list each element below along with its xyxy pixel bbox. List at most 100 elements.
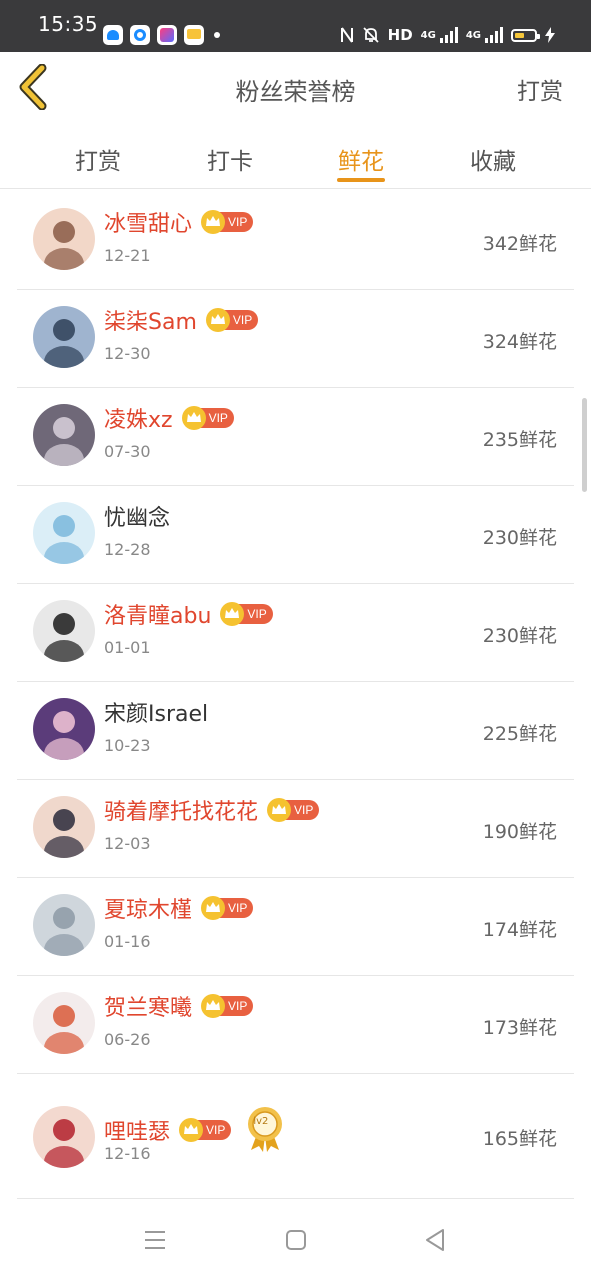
tab-flowers[interactable]: 鲜花: [321, 142, 401, 176]
fan-row[interactable]: 柒柒Sam VIP 12-30 324鲜花: [17, 290, 574, 388]
crown-icon: [201, 896, 226, 920]
crown-icon: [201, 994, 226, 1018]
tab-favorites[interactable]: 收藏: [453, 142, 533, 176]
fan-row[interactable]: 凌姝xz VIP 07-30 235鲜花: [17, 388, 574, 486]
crown-icon: [205, 308, 230, 332]
name-line: 冰雪甜心 VIP: [104, 206, 254, 238]
vip-label: VIP: [232, 313, 253, 327]
flower-count: 165鲜花: [482, 1128, 557, 1150]
fan-date: 12-03: [104, 834, 151, 853]
avatar[interactable]: [33, 208, 95, 270]
flower-count: 235鲜花: [482, 428, 557, 451]
home-nav-button[interactable]: [276, 1220, 316, 1260]
fan-row[interactable]: 骑着摩托找花花 VIP 12-03 190鲜花: [17, 780, 574, 878]
vip-badge: VIP: [201, 210, 254, 234]
fan-name[interactable]: 夏琼木槿: [104, 892, 192, 924]
avatar[interactable]: [33, 306, 95, 368]
tab-reward[interactable]: 打赏: [58, 142, 138, 176]
vip-label: VIP: [294, 803, 314, 817]
name-line: 宋颜Israel: [104, 696, 208, 728]
fan-date: 12-16: [104, 1144, 151, 1163]
fan-row[interactable]: 宋颜Israel 10-23 225鲜花: [17, 682, 574, 780]
charging-icon: [545, 27, 555, 43]
name-line: 夏琼木槿 VIP: [104, 892, 254, 924]
fan-row[interactable]: 忧幽念 12-28 230鲜花: [17, 486, 574, 584]
tab-checkin[interactable]: 打卡: [190, 142, 270, 176]
vip-badge: VIP: [201, 896, 254, 920]
signal-1-label: 4G: [420, 29, 436, 41]
fan-name[interactable]: 哩哇瑟: [104, 1114, 170, 1146]
flower-count: 225鲜花: [482, 722, 557, 745]
nfc-icon: [340, 27, 353, 43]
scrollbar[interactable]: [582, 398, 587, 492]
browser-app-icon: [130, 25, 150, 45]
system-nav-bar: [0, 1200, 591, 1280]
notification-icons: [103, 25, 220, 45]
fan-row[interactable]: 哩哇瑟 VIP lv2 12-16 165鲜花: [17, 1074, 574, 1199]
medal-level-label: lv2: [253, 1116, 269, 1127]
fan-row[interactable]: 冰雪甜心 VIP 12-21 342鲜花: [17, 192, 574, 290]
status-time: 15:35: [38, 12, 99, 36]
name-line: 贺兰寒曦 VIP: [104, 990, 254, 1022]
fan-name[interactable]: 柒柒Sam: [104, 304, 197, 336]
vip-badge: VIP: [267, 798, 320, 822]
home-square-icon: [286, 1230, 306, 1250]
flower-count: 174鲜花: [482, 918, 557, 941]
flower-count: 230鲜花: [482, 526, 557, 549]
fan-row[interactable]: 洛青瞳abu VIP 01-01 230鲜花: [17, 584, 574, 682]
avatar[interactable]: [33, 502, 95, 564]
fan-ranking-list: 冰雪甜心 VIP 12-21 342鲜花 柒柒Sam VIP 12-30 324鲜花 凌姝xz V…: [17, 192, 574, 1199]
menu-nav-button[interactable]: [135, 1220, 175, 1260]
avatar[interactable]: [33, 600, 95, 662]
avatar[interactable]: [33, 992, 95, 1054]
avatar[interactable]: [33, 1106, 95, 1168]
crown-icon: [267, 798, 292, 822]
back-nav-button[interactable]: [415, 1220, 455, 1260]
fan-row[interactable]: 夏琼木槿 VIP 01-16 174鲜花: [17, 878, 574, 976]
reward-action-button[interactable]: 打赏: [517, 72, 563, 106]
flower-count: 342鲜花: [482, 232, 557, 255]
fan-date: 01-16: [104, 932, 151, 951]
fan-date: 12-28: [104, 540, 151, 559]
fan-name[interactable]: 贺兰寒曦: [104, 990, 192, 1022]
vip-label: VIP: [247, 607, 267, 621]
flower-count: 324鲜花: [482, 330, 557, 353]
signal-2-label: 4G: [465, 29, 481, 41]
hd-label: HD: [387, 26, 413, 44]
flower-count: 230鲜花: [482, 624, 557, 647]
vip-label: VIP: [228, 901, 248, 915]
flower-count: 190鲜花: [482, 820, 557, 843]
fan-name[interactable]: 忧幽念: [104, 500, 170, 532]
crown-icon: [220, 602, 245, 626]
name-line: 凌姝xz VIP: [104, 402, 234, 434]
avatar[interactable]: [33, 404, 95, 466]
more-notifications-icon: [214, 32, 220, 38]
status-bar: 15:35 HD 4G 4G: [0, 0, 591, 52]
fan-name[interactable]: 冰雪甜心: [104, 206, 192, 238]
fan-name[interactable]: 洛青瞳abu: [104, 598, 211, 630]
avatar[interactable]: [33, 796, 95, 858]
fan-date: 07-30: [104, 442, 151, 461]
avatar[interactable]: [33, 894, 95, 956]
vip-badge: VIP: [181, 406, 234, 430]
fan-date: 12-21: [104, 246, 151, 265]
fan-name[interactable]: 宋颜Israel: [104, 696, 208, 728]
fan-row[interactable]: 贺兰寒曦 VIP 06-26 173鲜花: [17, 976, 574, 1074]
name-line: 忧幽念: [104, 500, 170, 532]
crown-icon: [201, 210, 226, 234]
avatar[interactable]: [33, 698, 95, 760]
fan-name[interactable]: 骑着摩托找花花: [104, 794, 258, 826]
active-tab-indicator: [337, 178, 385, 182]
crown-icon: [181, 406, 206, 430]
vip-badge: VIP: [205, 308, 259, 332]
name-line: 洛青瞳abu VIP: [104, 598, 273, 630]
crown-icon: [179, 1118, 204, 1142]
level-medal-icon: lv2: [245, 1104, 300, 1156]
tab-bar: 打赏 打卡 鲜花 收藏: [0, 122, 591, 189]
menu-icon: [145, 1231, 165, 1249]
page-title: 粉丝荣誉榜: [235, 78, 356, 106]
name-line: 柒柒Sam VIP: [104, 304, 259, 336]
vip-badge: VIP: [201, 994, 254, 1018]
vip-label: VIP: [228, 215, 248, 229]
fan-name[interactable]: 凌姝xz: [104, 402, 173, 434]
